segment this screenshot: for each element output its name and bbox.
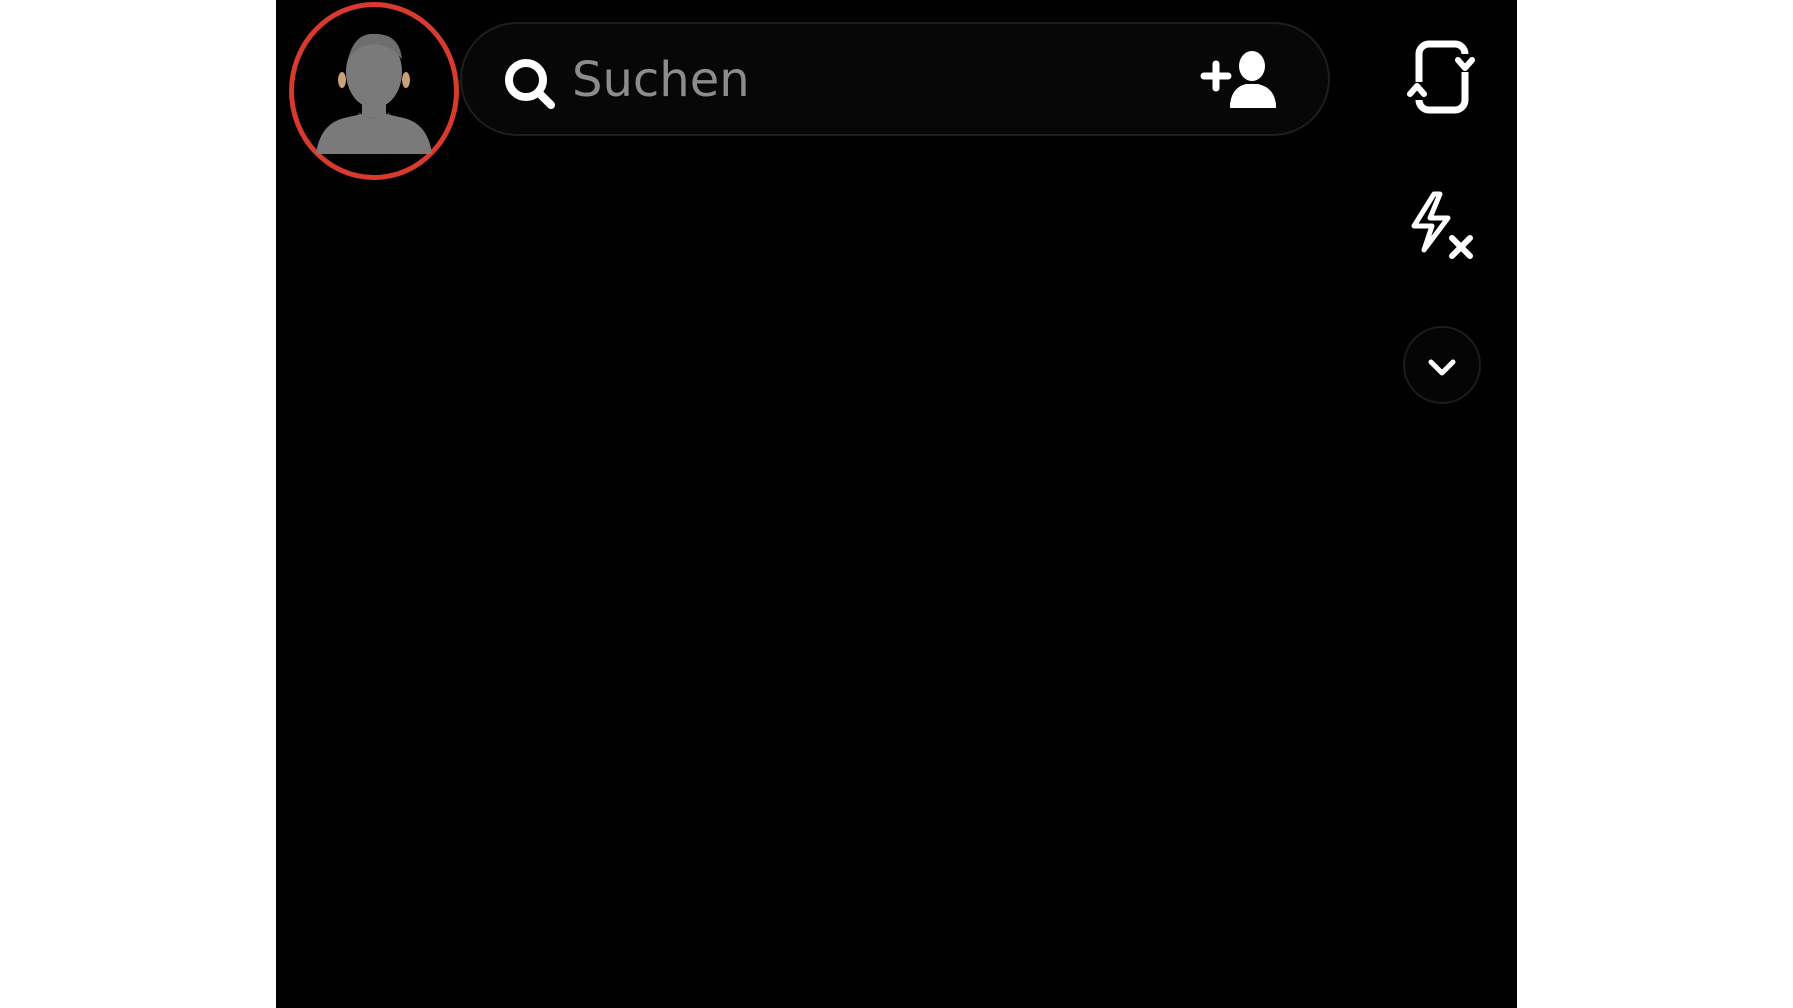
search-input[interactable] (572, 48, 1072, 112)
flash-off-icon[interactable] (1406, 190, 1476, 262)
camera-view[interactable] (276, 0, 1517, 1008)
more-tools-button[interactable] (1403, 326, 1481, 404)
search-bar[interactable] (460, 22, 1330, 136)
chevron-down-icon (1428, 359, 1456, 376)
add-friend-icon[interactable] (1200, 50, 1280, 110)
page (0, 0, 1793, 1008)
search-icon (505, 59, 555, 109)
flip-camera-icon[interactable] (1406, 38, 1476, 116)
avatar-icon (316, 33, 432, 154)
profile-avatar-button[interactable] (289, 2, 459, 180)
